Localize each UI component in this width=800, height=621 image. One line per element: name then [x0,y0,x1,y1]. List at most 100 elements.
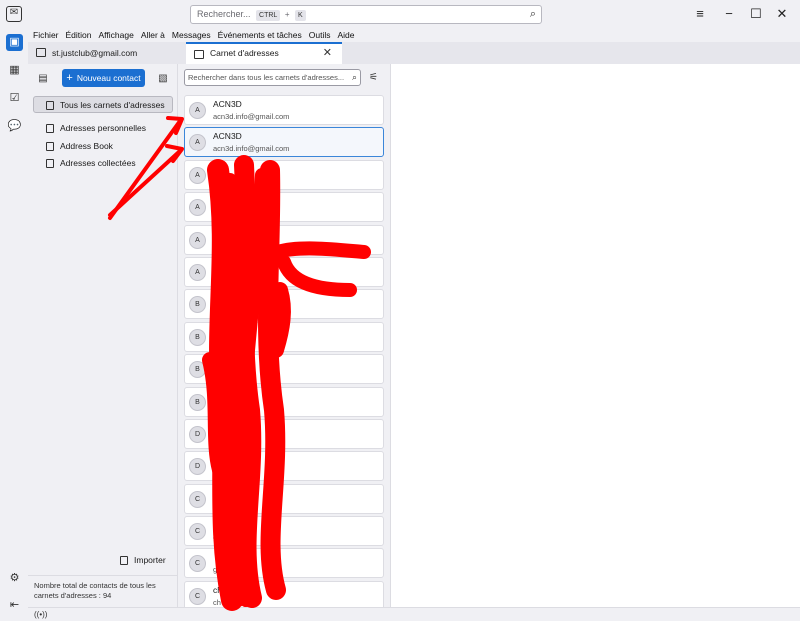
menu-fichier[interactable]: Fichier [33,28,59,42]
menu-aide[interactable]: Aide [338,28,355,42]
contacts-list-pane: Rechercher dans tous les carnets d'adres… [178,64,391,621]
import-button[interactable]: Importer [120,555,166,566]
contact-name: A [213,260,219,271]
shortcut-key: K [295,10,306,21]
chat-space-icon[interactable]: 💬 [6,118,23,135]
address-book-view: ▤ + Nouveau contact ▧ Tous les carnets d'… [28,64,800,621]
avatar: B [189,393,206,411]
contact-email: .com [213,273,230,283]
new-contact-label: Nouveau contact [76,73,141,83]
tab-bar: st.justclub@gmail.com Carnet d'adresses … [28,42,800,64]
address-book-icon [194,50,204,59]
avatar: A [189,263,206,281]
tab-mail-label: st.justclub@gmail.com [52,48,138,58]
tasks-space-icon[interactable]: ☑ [6,90,23,107]
menu-bar: Fichier Édition Affichage Aller à Messag… [0,28,800,42]
calendar-space-icon[interactable]: ▦ [6,62,23,79]
contact-card[interactable]: Borange.fr [184,386,384,417]
sidebar-item-personal[interactable]: Adresses personnelles [46,120,146,136]
global-search-placeholder: Rechercher... [197,9,251,19]
contact-card[interactable]: AAa [184,224,384,255]
contact-card[interactable]: A A .com [184,256,384,287]
avatar: B [189,328,206,346]
contact-email: ch [213,597,221,607]
app-menu-icon[interactable]: ≡ [690,4,710,24]
contact-email: gmail.com [213,533,248,543]
avatar: B [189,296,206,314]
sidebar-item-label: Adresses collectées [60,158,136,168]
import-label: Importer [134,555,166,565]
maximize-icon[interactable]: ☐ [746,4,766,24]
contact-card[interactable]: Cgmail.com [184,548,384,579]
shortcut-ctrl: CTRL [256,10,281,21]
tab-address-book[interactable]: Carnet d'adresses ✕ [186,42,342,64]
sidebar-item-collected[interactable]: Adresses collectées [46,155,136,171]
minimize-icon[interactable]: − [719,4,739,24]
menu-evenements[interactable]: Événements et tâches [218,28,302,42]
contact-card[interactable]: A ACN3D acn3d.info@gmail.com [184,95,384,125]
menu-messages[interactable]: Messages [172,28,211,42]
contact-card[interactable]: Cgmail.com [184,516,384,547]
menu-outils[interactable]: Outils [309,28,331,42]
contact-card[interactable]: A Agmail.com [184,159,384,190]
title-bar: ✉ Rechercher... CTRL + K ⌕ ≡ − ☐ ✕ [0,0,800,28]
collapse-spaces-icon[interactable]: ⇤ [6,597,23,614]
new-list-icon[interactable]: ▧ [157,73,169,85]
global-search-input[interactable]: Rechercher... CTRL + K ⌕ [190,5,542,24]
menu-affichage[interactable]: Affichage [99,28,134,42]
avatar: C [189,523,206,541]
contact-card[interactable]: A Aal [184,192,384,223]
contact-email: orange.fr [213,371,244,381]
avatar: A [189,102,206,119]
menu-edition[interactable]: Édition [66,28,92,42]
menu-aller-a[interactable]: Aller à [141,28,165,42]
close-tab-icon[interactable]: ✕ [323,44,332,63]
sidebar-item-label: Adresses personnelles [60,123,146,133]
contact-email: acn3d.info@gmail.com [213,144,290,154]
avatar: C [189,555,206,573]
contact-card[interactable]: D [184,418,384,449]
books-sidebar: ▤ + Nouveau contact ▧ Tous les carnets d'… [28,64,178,609]
new-contact-button[interactable]: + Nouveau contact [62,69,145,87]
tab-mail[interactable]: st.justclub@gmail.com [28,42,178,64]
contact-card[interactable]: B [184,289,384,320]
contact-card[interactable]: A ACN3D acn3d.info@gmail.com [184,127,384,158]
search-icon[interactable]: ⌕ [530,6,536,23]
avatar: A [189,199,206,217]
contact-name: ch [213,584,222,595]
address-book-space-icon[interactable]: ▣ [6,34,23,51]
contact-name: ACN3D [213,131,242,142]
settings-gear-icon[interactable]: ⚙ [6,570,23,587]
contact-email: gmail.com [213,565,248,575]
avatar: A [189,166,206,184]
contact-card[interactable]: D [184,451,384,482]
search-icon: ⌕ [351,72,357,82]
contact-name: ACN3D [213,99,242,109]
tab-address-book-label: Carnet d'adresses [210,48,279,58]
contacts-list: A ACN3D acn3d.info@gmail.com A ACN3D acn3d.in… [184,95,384,621]
contact-card[interactable]: Bmail.com [184,321,384,352]
sidebar-item-address-book[interactable]: Address Book [46,138,113,154]
list-display-options-icon[interactable]: ⚟ [369,72,378,83]
mail-icon [36,48,46,57]
sidebar-item-label: Tous les carnets d'adresses [60,100,165,110]
contact-email: a [213,241,218,251]
address-book-icon [46,101,54,111]
online-status-icon[interactable]: ((•)) [34,610,47,619]
avatar: A [189,231,206,249]
address-book-icon [46,142,54,152]
contact-name: A [213,196,219,207]
close-window-icon[interactable]: ✕ [772,4,792,24]
contact-card[interactable]: Borange.fr [184,354,384,385]
contact-detail-pane [392,64,800,621]
sidebar-item-all-books[interactable]: Tous les carnets d'adresses [33,96,173,113]
contacts-search-placeholder: Rechercher dans tous les carnets d'adres… [188,73,345,82]
avatar: D [189,425,206,443]
new-book-icon[interactable]: ▤ [37,73,49,85]
avatar: B [189,361,206,379]
contacts-search-input[interactable]: Rechercher dans tous les carnets d'adres… [184,69,361,86]
contact-card[interactable]: C [184,483,384,514]
thunderbird-logo-icon: ✉ [6,6,22,22]
contact-email: al [213,209,219,219]
status-bar: ((•)) [28,607,800,621]
